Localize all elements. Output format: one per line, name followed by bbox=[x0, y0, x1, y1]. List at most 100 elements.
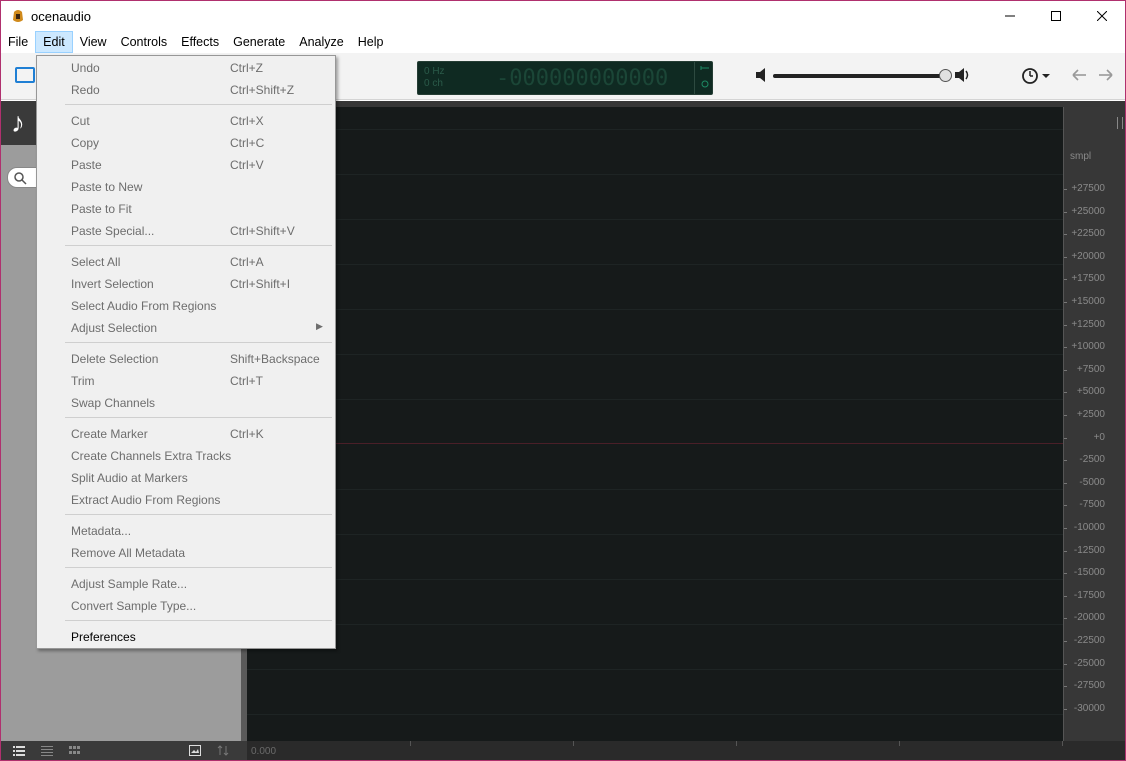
menu-item-invert-selection[interactable]: Invert Selection Ctrl+Shift+I bbox=[37, 273, 335, 295]
menu-item-metadata[interactable]: Metadata... bbox=[37, 520, 335, 542]
menu-controls[interactable]: Controls bbox=[114, 31, 175, 53]
scale-tick bbox=[1064, 618, 1067, 620]
scale-label: +12500 bbox=[1071, 318, 1105, 330]
music-note-icon: ♪ bbox=[11, 107, 25, 138]
scale-tick bbox=[1064, 505, 1067, 507]
menu-item-adjust-selection[interactable]: Adjust Selection ▶ bbox=[37, 317, 335, 339]
menu-item-copy[interactable]: Copy Ctrl+C bbox=[37, 132, 335, 154]
scale-tick bbox=[1064, 663, 1067, 665]
lcd-mode-icons[interactable] bbox=[694, 62, 714, 94]
volume-slider-knob[interactable] bbox=[939, 69, 952, 82]
scale-tick bbox=[1064, 347, 1067, 349]
menu-item-cut[interactable]: Cut Ctrl+X bbox=[37, 110, 335, 132]
scale-tick bbox=[1064, 234, 1067, 236]
menu-item-label: Adjust Sample Rate... bbox=[71, 577, 188, 591]
menu-item-paste-to-new[interactable]: Paste to New bbox=[37, 176, 335, 198]
menu-item-adjust-sample-rate[interactable]: Adjust Sample Rate... bbox=[37, 573, 335, 595]
scale-label: -10000 bbox=[1073, 522, 1105, 533]
scale-tick bbox=[1064, 211, 1067, 213]
scale-tick bbox=[1064, 528, 1067, 529]
detail-view-icon[interactable] bbox=[41, 745, 53, 756]
menu-item-undo[interactable]: Undo Ctrl+Z bbox=[37, 57, 335, 79]
volume-slider-track[interactable] bbox=[773, 74, 947, 78]
clock-icon[interactable] bbox=[1021, 67, 1053, 85]
menu-item-label: Paste to Fit bbox=[71, 202, 132, 216]
scale-label: -12500 bbox=[1073, 544, 1105, 556]
scale-tick bbox=[1064, 686, 1067, 688]
edit-menu-dropdown: Undo Ctrl+Z Redo Ctrl+Shift+Z Cut Ctrl+X… bbox=[36, 55, 336, 649]
grid-line bbox=[247, 489, 1063, 490]
maximize-button[interactable] bbox=[1033, 1, 1079, 31]
menu-item-trim[interactable]: Trim Ctrl+T bbox=[37, 370, 335, 392]
menu-item-redo[interactable]: Redo Ctrl+Shift+Z bbox=[37, 79, 335, 101]
menu-item-select-audio-from-regions[interactable]: Select Audio From Regions bbox=[37, 295, 335, 317]
zero-line bbox=[247, 443, 1063, 444]
menu-item-paste-special[interactable]: Paste Special... Ctrl+Shift+V bbox=[37, 220, 335, 242]
menu-item-paste[interactable]: Paste Ctrl+V bbox=[37, 154, 335, 176]
menu-item-shortcut: Ctrl+T bbox=[230, 374, 263, 388]
menu-item-label: Paste bbox=[71, 158, 102, 172]
menu-item-convert-sample-type[interactable]: Convert Sample Type... bbox=[37, 595, 335, 617]
menu-item-create-channels-extra-tracks[interactable]: Create Channels Extra Tracks bbox=[37, 445, 335, 467]
menu-analyze[interactable]: Analyze bbox=[292, 31, 350, 53]
menu-item-delete-selection[interactable]: Delete Selection Shift+Backspace bbox=[37, 348, 335, 370]
panel-toggle-icon[interactable] bbox=[15, 67, 35, 83]
menu-file[interactable]: File bbox=[1, 31, 35, 53]
scale-label: +22500 bbox=[1071, 228, 1105, 240]
scale-label: +15000 bbox=[1071, 296, 1105, 307]
scale-label: +20000 bbox=[1071, 250, 1105, 262]
waveform-view[interactable] bbox=[247, 107, 1063, 741]
menu-help[interactable]: Help bbox=[351, 31, 391, 53]
menu-item-create-marker[interactable]: Create Marker Ctrl+K bbox=[37, 423, 335, 445]
menu-item-split-audio-at-markers[interactable]: Split Audio at Markers bbox=[37, 467, 335, 489]
menu-item-label: Cut bbox=[71, 114, 90, 128]
scale-label: -20000 bbox=[1073, 612, 1105, 624]
menu-item-preferences[interactable]: Preferences bbox=[37, 626, 335, 648]
list-view-icon[interactable] bbox=[13, 745, 25, 756]
menu-effects[interactable]: Effects bbox=[174, 31, 226, 53]
menu-item-label: Delete Selection bbox=[71, 352, 159, 366]
scale-tick bbox=[1064, 279, 1067, 281]
scale-label: +25000 bbox=[1071, 205, 1105, 217]
menu-item-label: Select All bbox=[71, 255, 121, 269]
scale-tick bbox=[1064, 482, 1067, 484]
lcd-sample-rate: 0 Hz bbox=[424, 66, 445, 77]
lcd-display: 0 Hz 0 ch -000000000000 bbox=[417, 61, 713, 95]
menu-item-shortcut: Ctrl+C bbox=[230, 136, 265, 150]
timeline-tick bbox=[410, 741, 411, 746]
menu-item-extract-audio-from-regions[interactable]: Extract Audio From Regions bbox=[37, 489, 335, 511]
arrow-back-icon[interactable] bbox=[1071, 67, 1087, 83]
menu-separator bbox=[65, 417, 332, 418]
menu-separator bbox=[65, 342, 332, 343]
sort-icon[interactable] bbox=[217, 745, 229, 756]
menu-item-paste-to-fit[interactable]: Paste to Fit bbox=[37, 198, 335, 220]
lcd-time-readout: -000000000000 bbox=[496, 66, 669, 91]
close-button[interactable] bbox=[1079, 1, 1125, 31]
menu-generate[interactable]: Generate bbox=[226, 31, 292, 53]
timeline-ruler[interactable]: 0.000 bbox=[247, 741, 1125, 760]
grid-view-icon[interactable] bbox=[69, 745, 81, 756]
scale-tick bbox=[1064, 324, 1067, 326]
scale-label: +17500 bbox=[1071, 273, 1105, 285]
file-browser-footer bbox=[1, 741, 247, 760]
menu-item-select-all[interactable]: Select All Ctrl+A bbox=[37, 251, 335, 273]
menu-item-swap-channels[interactable]: Swap Channels bbox=[37, 392, 335, 414]
menu-edit[interactable]: Edit bbox=[35, 31, 73, 53]
menu-item-label: Create Marker bbox=[71, 427, 148, 441]
menu-item-label: Adjust Selection bbox=[71, 321, 158, 335]
minimize-button[interactable] bbox=[987, 1, 1033, 31]
menu-view[interactable]: View bbox=[73, 31, 114, 53]
scale-label: -5000 bbox=[1079, 476, 1105, 488]
scale-tick bbox=[1064, 189, 1067, 190]
scale-tick bbox=[1064, 369, 1067, 371]
menu-item-remove-all-metadata[interactable]: Remove All Metadata bbox=[37, 542, 335, 564]
timeline-tick bbox=[899, 741, 900, 746]
scale-tick bbox=[1064, 708, 1067, 710]
image-preview-icon[interactable] bbox=[189, 745, 201, 756]
menu-item-label: Swap Channels bbox=[71, 396, 156, 410]
arrow-forward-icon[interactable] bbox=[1098, 67, 1114, 83]
scale-resize-handle[interactable] bbox=[1117, 117, 1123, 129]
menu-item-label: Redo bbox=[71, 83, 100, 97]
grid-line bbox=[247, 624, 1063, 625]
menu-item-label: Paste Special... bbox=[71, 224, 155, 238]
